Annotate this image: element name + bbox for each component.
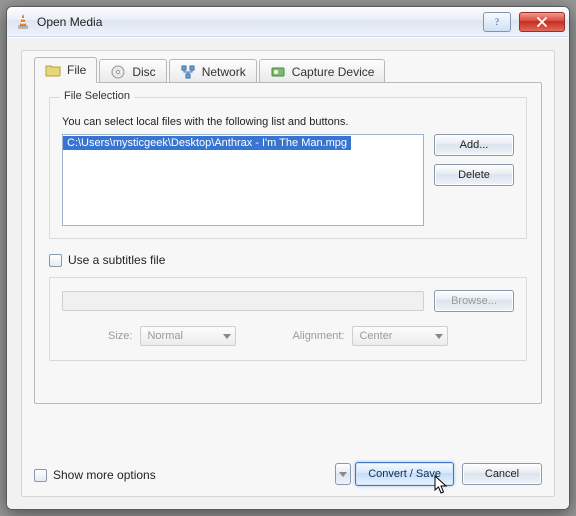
tab-capture-label: Capture Device [292, 65, 375, 79]
capture-icon [270, 64, 286, 80]
tab-capture[interactable]: Capture Device [259, 59, 386, 83]
chevron-down-icon [223, 334, 231, 339]
use-subtitles-label: Use a subtitles file [68, 253, 165, 267]
close-button[interactable] [519, 12, 565, 32]
browse-subtitle-button: Browse... [434, 290, 514, 312]
chevron-down-icon [339, 472, 347, 477]
add-button[interactable]: Add... [434, 134, 514, 156]
help-button[interactable]: ? [483, 12, 511, 32]
subtitle-path-input [62, 291, 424, 311]
size-combo: Normal [140, 326, 236, 346]
tab-file-pane: File Selection You can select local file… [34, 82, 542, 404]
tab-disc-label: Disc [132, 65, 155, 79]
svg-text:?: ? [495, 17, 499, 27]
tab-file[interactable]: File [34, 57, 97, 83]
folder-icon [45, 62, 61, 78]
dialog-footer: Convert / Save Cancel [34, 462, 542, 486]
client-area: File Disc Network [7, 37, 569, 509]
tab-file-label: File [67, 63, 86, 77]
file-selection-label: File Selection [60, 90, 134, 102]
titlebar: Open Media ? [7, 7, 569, 37]
delete-button[interactable]: Delete [434, 164, 514, 186]
file-list-item-selected[interactable]: C:\Users\mysticgeek\Desktop\Anthrax - I'… [63, 136, 351, 150]
window-title: Open Media [37, 15, 102, 29]
convert-save-menu-button[interactable] [335, 463, 351, 485]
tabstrip: File Disc Network [34, 57, 542, 83]
open-media-window: Open Media ? File [6, 6, 570, 510]
file-list[interactable]: C:\Users\mysticgeek\Desktop\Anthrax - I'… [62, 134, 424, 226]
chevron-down-icon [435, 334, 443, 339]
alignment-combo: Center [352, 326, 448, 346]
convert-save-button[interactable]: Convert / Save [355, 462, 454, 486]
file-selection-group: File Selection You can select local file… [49, 97, 527, 239]
tab-network[interactable]: Network [169, 59, 257, 83]
use-subtitles-checkbox[interactable] [49, 254, 62, 267]
subtitles-group: Browse... Size: Normal Alignment: Center [49, 277, 527, 361]
tab-disc[interactable]: Disc [99, 59, 166, 83]
size-label: Size: [108, 330, 132, 342]
disc-icon [110, 64, 126, 80]
vlc-icon [15, 14, 31, 30]
tab-network-label: Network [202, 65, 246, 79]
alignment-value: Center [359, 330, 392, 342]
alignment-label: Alignment: [292, 330, 344, 342]
cancel-button[interactable]: Cancel [462, 463, 542, 485]
use-subtitles-row: Use a subtitles file [49, 253, 527, 267]
file-selection-hint: You can select local files with the foll… [62, 116, 514, 128]
dialog-body: File Disc Network [21, 50, 555, 497]
size-value: Normal [147, 330, 182, 342]
network-icon [180, 64, 196, 80]
